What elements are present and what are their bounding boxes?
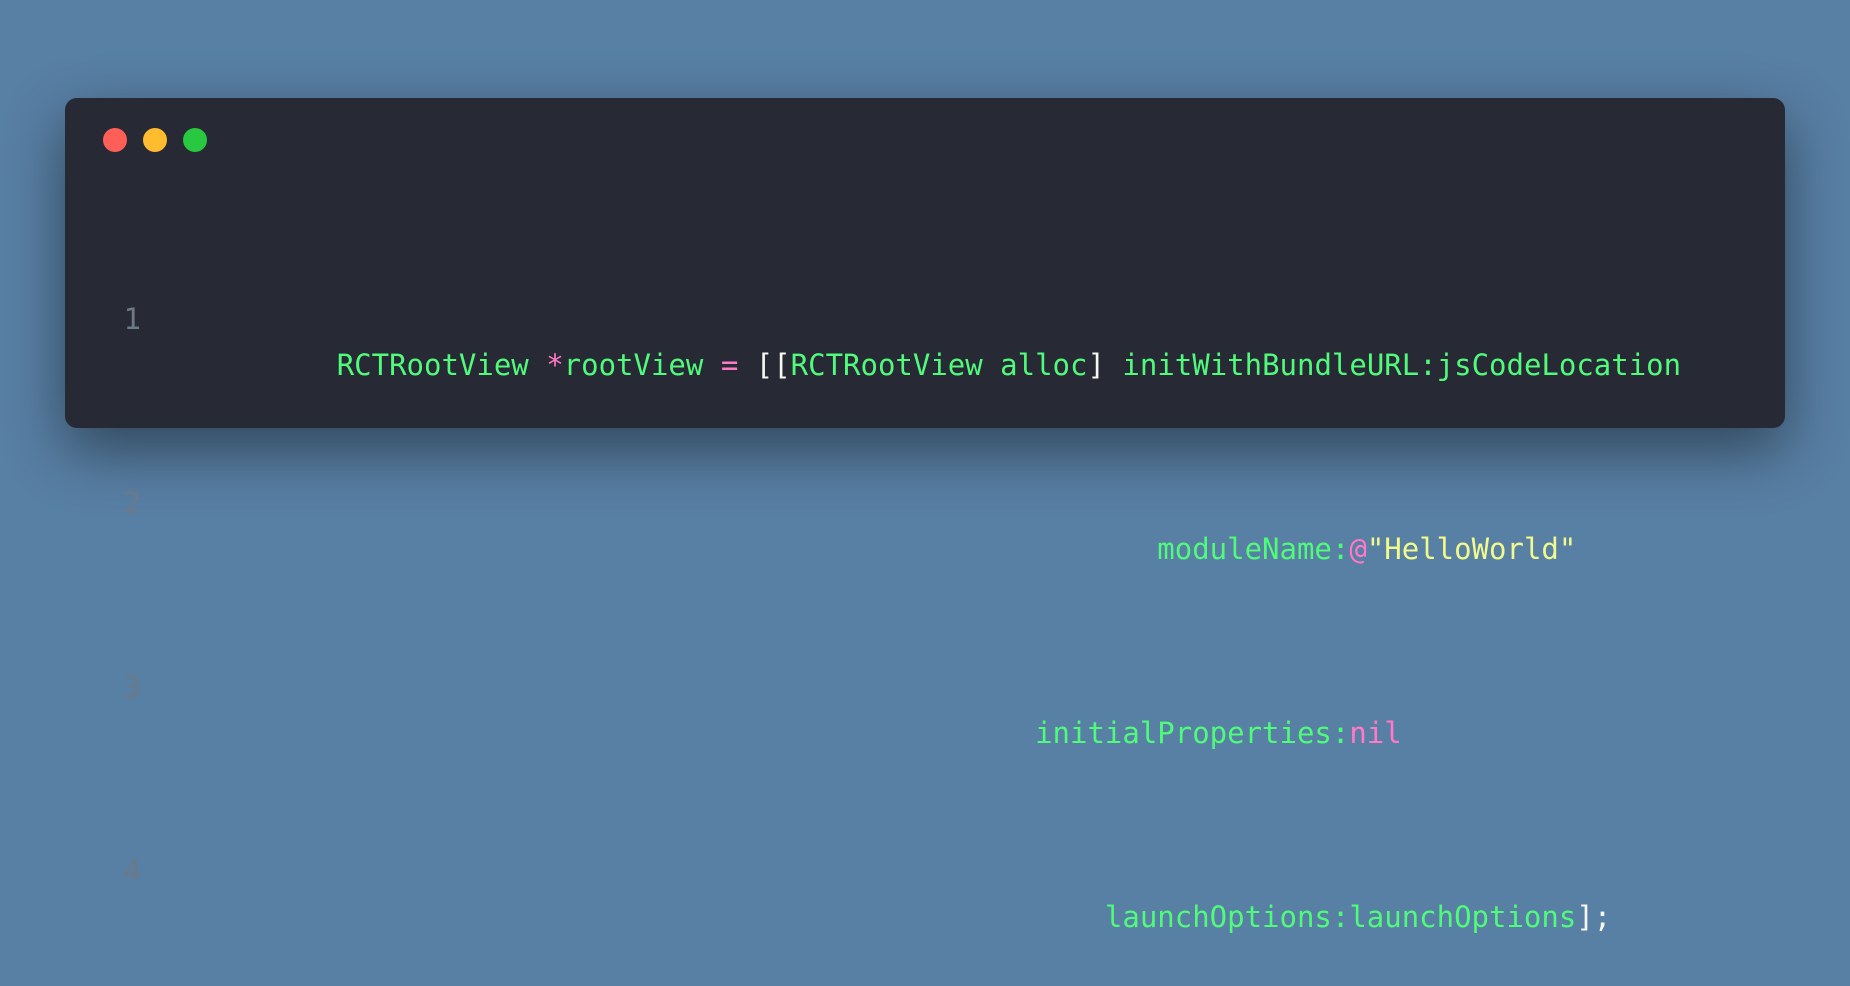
zoom-button[interactable] xyxy=(183,128,207,152)
code-token: ]; xyxy=(1576,900,1612,934)
window-controls xyxy=(103,128,207,152)
line-content: RCTRootView *rootView = [[RCTRootView al… xyxy=(197,296,1681,382)
code-line: 3 initialProperties:nil xyxy=(65,664,1681,750)
code-token: RCTRootView xyxy=(336,348,547,382)
code-block: 1 RCTRootView *rootView = [[RCTRootView … xyxy=(65,204,1682,986)
code-line: 1 RCTRootView *rootView = [[RCTRootView … xyxy=(65,296,1682,382)
minimize-button[interactable] xyxy=(143,128,167,152)
line-content: moduleName:@"HelloWorld" xyxy=(197,480,1576,566)
code-token: "HelloWorld" xyxy=(1366,532,1577,566)
code-token: ] xyxy=(1087,348,1123,382)
line-content: initialProperties:nil xyxy=(197,664,1402,750)
code-line: 4 launchOptions:launchOptions]; xyxy=(65,848,1681,934)
code-token: nil xyxy=(1349,716,1402,750)
close-button[interactable] xyxy=(103,128,127,152)
code-token: @ xyxy=(1349,532,1367,566)
code-token: initialProperties: xyxy=(336,716,1350,750)
code-token: rootView xyxy=(563,348,721,382)
line-content: launchOptions:launchOptions]; xyxy=(197,848,1611,934)
code-token: = xyxy=(720,348,756,382)
code-token: moduleName: xyxy=(336,532,1350,566)
line-number: 1 xyxy=(123,302,141,336)
code-token: RCTRootView alloc xyxy=(790,348,1088,382)
code-token: launchOptions:launchOptions xyxy=(336,900,1577,934)
code-line: 2 moduleName:@"HelloWorld" xyxy=(65,480,1681,566)
line-number: 4 xyxy=(123,854,141,888)
line-number: 3 xyxy=(123,670,141,704)
code-window: 1 RCTRootView *rootView = [[RCTRootView … xyxy=(65,98,1785,934)
code-token: [[ xyxy=(755,348,791,382)
code-token: * xyxy=(546,348,564,382)
code-token: initWithBundleURL:jsCodeLocation xyxy=(1122,348,1682,382)
line-number: 2 xyxy=(123,486,141,520)
